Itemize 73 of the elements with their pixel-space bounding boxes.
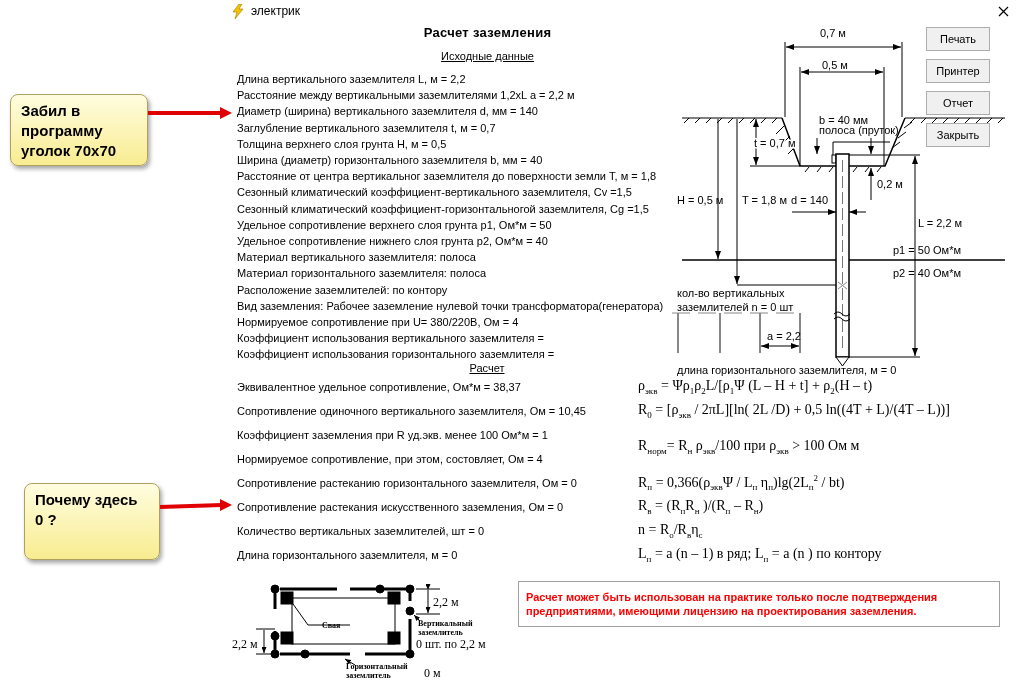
input-parameter: Расположение заземлителей: по контору: [237, 282, 448, 298]
page-heading: Расчет заземления: [422, 24, 553, 42]
dimension-label: d = 140: [791, 194, 828, 206]
dimension-label: 0,2 м: [877, 178, 903, 190]
vertical-label: заземлитель: [418, 628, 463, 637]
horizontal-label: заземлитель: [346, 671, 391, 680]
action-button[interactable]: Печать: [926, 27, 990, 51]
callout-text: Забил в: [21, 101, 82, 121]
dimension-label: 0,5 м: [822, 59, 848, 71]
action-button[interactable]: Принтер: [926, 59, 990, 83]
result-line: Сопротивление растеканию горизонтального заземлителя, Ом = 0: [237, 477, 578, 489]
formula: n = R$_{о}$/R$_{в}$η$_{с}$: [638, 522, 703, 540]
input-parameter: Сезонный климатический коэффициент-вертикального заземлителя, Cv =1,5: [237, 185, 632, 201]
input-parameter: Заглубление вертикального заземлителя t, м = 0,7: [237, 120, 496, 136]
callout-text: программу: [21, 121, 104, 141]
input-parameter: Длина вертикального заземлителя L, м = 2,2: [237, 72, 466, 87]
input-parameter: Коэффициент использования вертикального заземлителя =: [237, 331, 544, 347]
callout-text: уголок 70x70: [21, 141, 118, 161]
formula: R$_{в}$ = (R$_{п}$R$_{н}$ )/(R$_{п}$ – R$_{н}$): [638, 498, 764, 516]
result-line: Длина горизонтального заземлителя, м = 0: [237, 549, 459, 561]
dimension-label: 0,7 м: [820, 27, 846, 39]
formula: R$_{0}$ = [ρ$_{экв}$ / 2πL][ln( 2L /D) + 0,5 ln((4T + L)/(4T – L))]: [638, 402, 950, 420]
window-title: электрик: [251, 4, 301, 18]
lightning-icon: [232, 3, 244, 19]
input-parameter: Материал горизонтального заземлителя: полоса: [237, 266, 487, 282]
vertical-label: Вертикальный: [418, 619, 473, 628]
formula: ρ$_{экв}$ = Ψρ$_{1}$ρ$_{2}$L/[ρ$_{1}$Ψ (L – H + t] + ρ$_{2}$(H – t): [638, 378, 873, 396]
input-parameter: Коэффициент использования горизонтального заземлителя =: [237, 347, 555, 363]
callout-text: 0 ?: [35, 510, 58, 530]
action-button[interactable]: Закрыть: [926, 123, 990, 147]
input-parameter: Вид заземления: Рабочее заземление нулевой точки трансформатора(генератора): [237, 298, 664, 314]
result-line: Эквивалентное удельное сопротивление, Ом*м = 38,37: [237, 381, 522, 393]
callout-text: Почему здесь: [35, 490, 139, 510]
count-label: заземлителей n = 0 шт: [677, 301, 794, 313]
input-parameter: Расстояние между вертикальными заземлителями 1,2xL a = 2,2 м: [237, 88, 575, 104]
dimension-label: полоса (пруток): [819, 124, 899, 136]
input-parameter: Материал вертикального заземлителя: полоса: [237, 250, 476, 266]
formula: R$_{п}$ = 0,366(ρ$_{экв}$Ψ / L$_{п}$ η$_{п}$)lg(2L$_{п}$$^{2}$ / bt): [638, 473, 845, 493]
horizontal-label: Горизонтальный: [346, 662, 408, 671]
warning-message: Расчет может быть использован на практике только после подтверждения предприятиями, имеющими лицензию на проектирования заземления.: [518, 581, 1000, 627]
result-line: Коэффициент заземления при R уд.экв. менее 100 Ом*м = 1: [237, 429, 549, 441]
result-line: Количество вертикальных заземлителей, шт = 0: [237, 525, 486, 537]
layer-label: p2 = 40 Ом*м: [893, 267, 962, 279]
action-button[interactable]: Отчет: [926, 91, 990, 115]
dimension-label: 2,2 м: [433, 595, 459, 609]
section-heading: Исходные данные: [441, 50, 534, 62]
count-label: 0 шт. по 2,2 м: [416, 637, 486, 651]
result-line: Сопротивление растекания искусственного заземления, Ом = 0: [237, 501, 565, 513]
length-label: 0 м: [424, 666, 441, 680]
input-parameter: Нормируемое сопротивление при U= 380/220В, Ом = 4: [237, 315, 519, 331]
count-label: кол-во вертикальных: [677, 287, 785, 299]
dimension-label: T = 1,8 м: [742, 194, 787, 206]
input-parameter: Толщина верхнего слоя грунта H, м = 0,5: [237, 136, 447, 152]
formula: R$_{норм}$= R$_{н}$ ρ$_{экв}$/100 при ρ$_{экв}$ > 100 Ом м: [638, 438, 860, 456]
pile-label: Свая: [322, 621, 341, 630]
dimension-label: L = 2,2 м: [918, 217, 963, 229]
section-heading: Расчет: [469, 362, 505, 374]
result-line: Сопротивление одиночного вертикального заземлителя, Ом = 10,45: [237, 405, 587, 417]
input-parameter: Сезонный климатический коэффициент-горизонтальногой заземлителя, Cg =1,5: [237, 201, 649, 217]
input-parameter: Диаметр (ширина) вертикального заземлителя d, мм = 140: [237, 104, 538, 120]
dimension-label: b = 40 мм: [819, 114, 869, 126]
dimension-label: H = 0,5 м: [677, 194, 724, 206]
layer-label: p1 = 50 Ом*м: [893, 244, 962, 256]
formula: L$_{п}$ = a (n – 1) в ряд; L$_{п}$ = a (n ) по контору: [638, 546, 882, 564]
close-icon: [998, 5, 1009, 17]
length-label: длина горизонтального заземлителя, м = 0: [677, 364, 897, 376]
dimension-label: a = 2,2: [767, 330, 801, 342]
result-line: Нормируемое сопротивление, при этом, состовляет, Ом = 4: [237, 453, 544, 465]
input-parameter: Удельное сопротивление нижнего слоя грунта p2, Ом*м = 40: [237, 234, 548, 250]
input-parameter: Удельное сопротивление верхнего слоя грунта p1, Ом*м = 50: [237, 217, 552, 233]
input-parameter: Расстояние от центра вертикальног заземлителя до поверхности земли T, м = 1,8: [237, 169, 657, 185]
dimension-label: 2,2 м: [232, 637, 258, 651]
input-parameter: Ширина (диаметр) горизонтального заземлителя b, мм = 40: [237, 153, 543, 168]
